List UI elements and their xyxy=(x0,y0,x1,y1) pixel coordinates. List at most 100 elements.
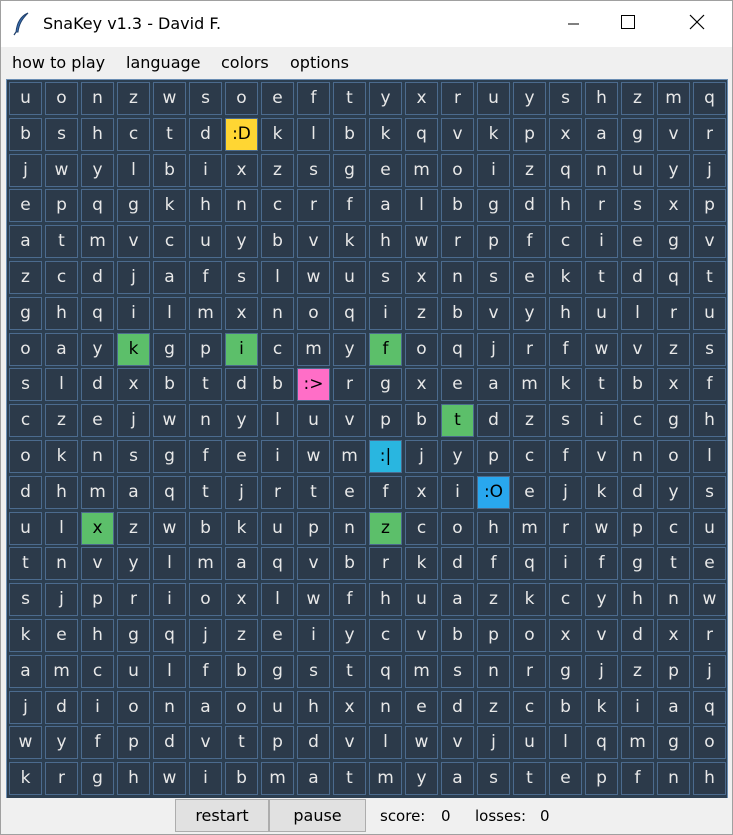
minimize-button[interactable] xyxy=(551,1,597,47)
board-cell: s xyxy=(9,583,42,616)
board-cell: s xyxy=(117,440,150,473)
board-cell: e xyxy=(225,440,258,473)
board-cell: o xyxy=(657,440,690,473)
board-cell: m xyxy=(45,655,78,688)
board-cell: j xyxy=(693,655,726,688)
board-cell: h xyxy=(693,404,726,437)
board-cell: u xyxy=(405,583,438,616)
title-bar[interactable]: SnaKey v1.3 - David F. xyxy=(1,1,732,47)
board-cell: r xyxy=(657,297,690,330)
menu-bar: how to play language colors options xyxy=(1,49,732,76)
board-cell: n xyxy=(153,691,186,724)
board-cell: p xyxy=(369,404,402,437)
board-cell: t xyxy=(585,261,618,294)
board-cell-enemy: :| xyxy=(369,440,402,473)
board-cell-target: f xyxy=(369,333,402,366)
board-cell: d xyxy=(9,476,42,509)
board-cell: a xyxy=(189,691,222,724)
board-cell: f xyxy=(297,82,330,115)
board-cell: q xyxy=(81,297,114,330)
score-label: score: xyxy=(380,807,426,825)
board-cell: c xyxy=(261,333,294,366)
board-cell: s xyxy=(477,261,510,294)
board-cell: j xyxy=(549,476,582,509)
board-cell: f xyxy=(81,726,114,759)
board-cell: g xyxy=(153,333,186,366)
board-cell: p xyxy=(477,225,510,258)
board-cell: h xyxy=(549,297,582,330)
board-cell: w xyxy=(297,440,330,473)
board-cell: l xyxy=(153,655,186,688)
menu-options[interactable]: options xyxy=(290,53,349,73)
board-cell: o xyxy=(225,691,258,724)
board-cell: a xyxy=(9,225,42,258)
restart-button[interactable]: restart xyxy=(175,799,269,832)
board-cell: l xyxy=(153,297,186,330)
board-cell: q xyxy=(405,118,438,151)
board-cell: z xyxy=(621,655,654,688)
board-cell: o xyxy=(9,440,42,473)
board-cell: w xyxy=(585,333,618,366)
board-cell: d xyxy=(441,691,474,724)
board-cell: z xyxy=(513,154,546,187)
board-cell: p xyxy=(81,583,114,616)
board-cell: x xyxy=(405,368,438,401)
board-cell: q xyxy=(513,547,546,580)
board-cell: w xyxy=(153,404,186,437)
board-cell: e xyxy=(513,476,546,509)
board-cell: c xyxy=(549,583,582,616)
board-cell: y xyxy=(81,154,114,187)
board-cell: k xyxy=(585,476,618,509)
board-cell: d xyxy=(45,691,78,724)
board-cell: b xyxy=(441,619,474,652)
board-cell: j xyxy=(405,440,438,473)
board-cell: f xyxy=(189,440,222,473)
board-cell: p xyxy=(477,619,510,652)
board-cell: e xyxy=(81,404,114,437)
board-cell: d xyxy=(441,547,474,580)
board-cell: p xyxy=(585,762,618,795)
board-cell: h xyxy=(189,189,222,222)
maximize-button[interactable] xyxy=(605,1,651,47)
board-cell: i xyxy=(585,404,618,437)
board-cell: w xyxy=(153,762,186,795)
board-cell: h xyxy=(477,512,510,545)
board-cell: k xyxy=(405,547,438,580)
board-cell: o xyxy=(441,154,474,187)
board-cell: c xyxy=(9,404,42,437)
board-cell: p xyxy=(693,189,726,222)
board-cell: u xyxy=(189,225,222,258)
board-cell: s xyxy=(621,189,654,222)
board-cell: f xyxy=(549,333,582,366)
board-cell: q xyxy=(153,619,186,652)
board-cell: y xyxy=(441,440,474,473)
menu-how-to-play[interactable]: how to play xyxy=(12,53,105,73)
board-cell: f xyxy=(477,547,510,580)
board-cell: c xyxy=(513,440,546,473)
board-cell: u xyxy=(9,82,42,115)
board-cell: k xyxy=(369,118,402,151)
game-board[interactable]: u o n z w s o e f t y x r u y s h z m q b s h c t d:D k l b k q v k p x a g v… xyxy=(6,79,728,799)
board-cell: a xyxy=(477,368,510,401)
board-cell: s xyxy=(369,261,402,294)
board-cell: h xyxy=(693,762,726,795)
menu-language[interactable]: language xyxy=(126,53,201,73)
board-cell: l xyxy=(405,189,438,222)
board-cell: c xyxy=(621,404,654,437)
board-cell: s xyxy=(9,368,42,401)
board-cell: c xyxy=(261,189,294,222)
pause-button[interactable]: pause xyxy=(269,799,366,832)
board-cell: x xyxy=(657,189,690,222)
close-button[interactable] xyxy=(674,1,720,47)
board-cell: y xyxy=(657,476,690,509)
board-cell: e xyxy=(549,762,582,795)
board-cell: h xyxy=(585,82,618,115)
board-cell: u xyxy=(477,82,510,115)
menu-colors[interactable]: colors xyxy=(221,53,269,73)
board-cell: l xyxy=(621,297,654,330)
board-cell: z xyxy=(513,404,546,437)
board-cell: i xyxy=(153,583,186,616)
board-cell: d xyxy=(297,726,330,759)
board-cell: u xyxy=(333,261,366,294)
board-cell: g xyxy=(9,297,42,330)
